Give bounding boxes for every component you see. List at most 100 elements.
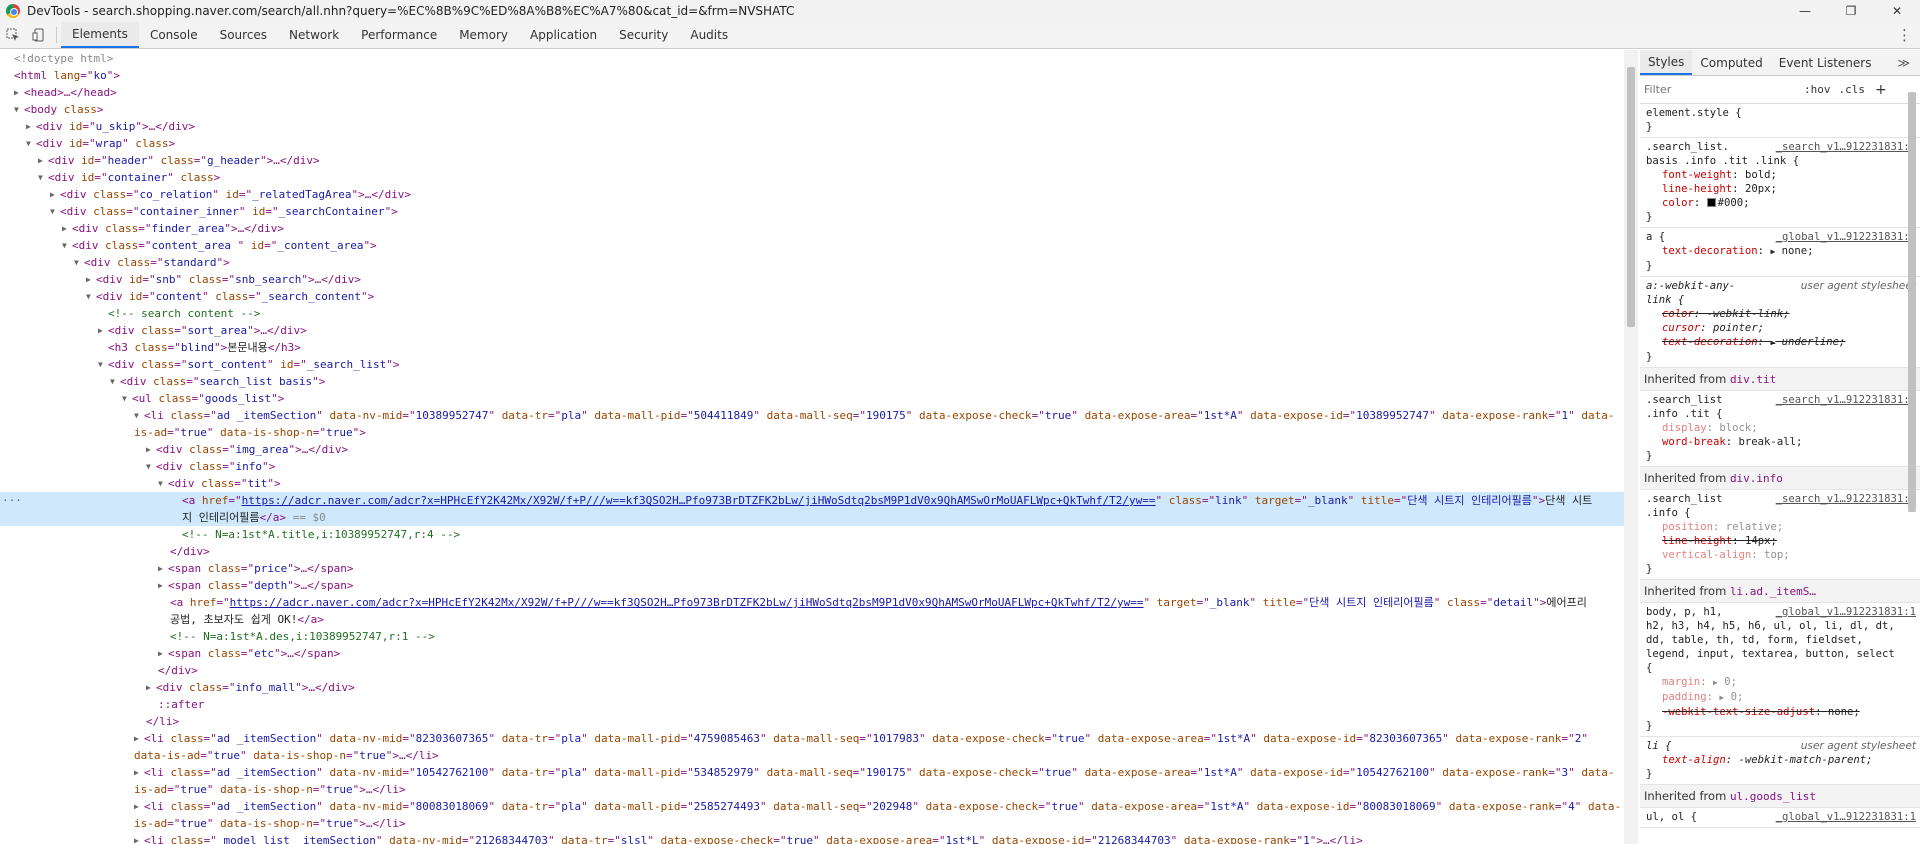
- close-button[interactable]: ✕: [1874, 0, 1920, 22]
- dom-node-ul-goods-list[interactable]: ▼ <ul class="goods_list">: [0, 390, 1624, 407]
- style-property[interactable]: word-break: break-all;: [1646, 435, 1916, 449]
- tab-security[interactable]: Security: [608, 22, 679, 48]
- dom-node-div-header[interactable]: ▶ <div id="header" class="g_header">…</di…: [0, 152, 1624, 169]
- dom-node-div-sort-content[interactable]: ▼ <div class="sort_content" id="_search_l…: [0, 356, 1624, 373]
- styles-scrollbar[interactable]: [1905, 90, 1919, 844]
- tab-application[interactable]: Application: [519, 22, 608, 48]
- dom-node-li-item-4[interactable]: ▶ <li class="ad _itemSection" data-nv-mid…: [0, 798, 1624, 815]
- dom-node-div-wrap[interactable]: ▼ <div id="wrap" class>: [0, 135, 1624, 152]
- style-rule-webkit-any-link[interactable]: a:-webkit-any-user agent stylesheet link…: [1640, 277, 1920, 368]
- hover-state-toggle[interactable]: :hov: [1804, 83, 1831, 96]
- dom-node-a-link-selected[interactable]: ··· <a href="https://adcr.naver.com/adcr?…: [0, 492, 1624, 509]
- expand-triangle-icon[interactable]: ▶: [134, 798, 144, 815]
- dom-node-li-item-1[interactable]: ▼ <li class="ad _itemSection" data-nv-mid…: [0, 407, 1624, 424]
- dom-node-doctype[interactable]: <!doctype html>: [0, 50, 1624, 67]
- expand-triangle-icon[interactable]: ▶: [86, 271, 96, 288]
- dom-node-div-tit[interactable]: ▼ <div class="tit">: [0, 475, 1624, 492]
- elements-scrollbar-thumb[interactable]: [1627, 67, 1635, 327]
- tab-console[interactable]: Console: [139, 22, 209, 48]
- collapse-triangle-icon[interactable]: ▼: [26, 135, 36, 152]
- dom-node-span-depth[interactable]: ▶ <span class="depth">…</span>: [0, 577, 1624, 594]
- collapse-triangle-icon[interactable]: ▼: [158, 475, 168, 492]
- dom-node-div-standard[interactable]: ▼ <div class="standard">: [0, 254, 1624, 271]
- dom-node-div-info-mall[interactable]: ▶ <div class="info_mall">…</div>: [0, 679, 1624, 696]
- tab-network[interactable]: Network: [278, 22, 350, 48]
- inherited-from-link[interactable]: li.ad._itemS…: [1730, 585, 1816, 598]
- rule-source-link[interactable]: _search_v1…912231831:1: [1776, 140, 1916, 154]
- dom-node-div-sort-area[interactable]: ▶ <div class="sort_area">…</div>: [0, 322, 1624, 339]
- tab-memory[interactable]: Memory: [448, 22, 519, 48]
- dom-node-after-pseudo[interactable]: ::after: [0, 696, 1624, 713]
- tab-computed[interactable]: Computed: [1692, 50, 1770, 75]
- style-rule-a[interactable]: a {_global_v1…912231831:1 text-decoratio…: [1640, 228, 1920, 277]
- expand-triangle-icon[interactable]: ▶: [158, 645, 168, 662]
- collapse-triangle-icon[interactable]: ▼: [14, 101, 24, 118]
- rule-source-link[interactable]: _global_v1…912231831:1: [1776, 230, 1916, 244]
- style-property-overridden[interactable]: color: -webkit-link;: [1646, 307, 1916, 321]
- class-toggle[interactable]: .cls: [1839, 83, 1866, 96]
- rule-source-link[interactable]: _global_v1…912231831:1: [1776, 810, 1916, 824]
- style-property-overridden[interactable]: text-decoration: ▶ underline;: [1646, 335, 1916, 350]
- style-property[interactable]: font-weight: bold;: [1646, 168, 1916, 182]
- href-link[interactable]: https://adcr.naver.com/adcr?x=HPHcEfY2K4…: [242, 494, 1156, 507]
- style-rule-reset[interactable]: body, p, h1, _global_v1…912231831:1 h2, h…: [1640, 603, 1920, 737]
- chevron-right-double-icon[interactable]: ≫: [1897, 50, 1910, 75]
- style-property[interactable]: color: #000;: [1646, 196, 1916, 210]
- dom-node-li-item-3-cont[interactable]: is-ad="true" data-is-shop-n="true">…</li…: [0, 781, 1624, 798]
- dom-node-div-co-relation[interactable]: ▶ <div class="co_relation" id="_relatedTa…: [0, 186, 1624, 203]
- dom-node-a-detail-cont[interactable]: 공법, 초보자도 쉽게 OK!</a>: [0, 611, 1624, 628]
- style-property[interactable]: line-height: 20px;: [1646, 182, 1916, 196]
- inherited-from-link[interactable]: div.info: [1730, 472, 1783, 485]
- collapse-triangle-icon[interactable]: ▼: [146, 458, 156, 475]
- inherited-from-link[interactable]: ul.goods_list: [1730, 790, 1816, 803]
- collapse-triangle-icon[interactable]: ▼: [110, 373, 120, 390]
- tab-event-listeners[interactable]: Event Listeners: [1771, 50, 1880, 75]
- new-style-rule-button[interactable]: +: [1875, 82, 1887, 98]
- expand-triangle-icon[interactable]: ▶: [14, 84, 24, 101]
- dom-node-div-img-area[interactable]: ▶ <div class="img_area">…</div>: [0, 441, 1624, 458]
- dom-node-span-etc[interactable]: ▶ <span class="etc">…</span>: [0, 645, 1624, 662]
- tab-elements[interactable]: Elements: [61, 22, 139, 48]
- dom-node-li-close[interactable]: </li>: [0, 713, 1624, 730]
- styles-filter-input[interactable]: [1644, 79, 1796, 100]
- color-swatch[interactable]: [1706, 198, 1716, 207]
- style-rule-element[interactable]: element.style { }: [1640, 104, 1920, 138]
- style-property-overridden[interactable]: -webkit-text-size-adjust: none;: [1646, 705, 1916, 719]
- dom-node-div-container[interactable]: ▼ <div id="container" class>: [0, 169, 1624, 186]
- style-rule-info[interactable]: .search_list _search_v1…912231831:1 .info…: [1640, 490, 1920, 580]
- style-property[interactable]: text-decoration: ▶ none;: [1646, 244, 1916, 259]
- dom-node-html[interactable]: <html lang="ko">: [0, 67, 1624, 84]
- tab-audits[interactable]: Audits: [679, 22, 739, 48]
- style-property[interactable]: text-align: -webkit-match-parent;: [1646, 753, 1916, 767]
- style-property-inactive[interactable]: display: block;: [1646, 421, 1916, 435]
- node-actions-icon[interactable]: ···: [2, 492, 22, 509]
- style-property-inactive[interactable]: margin: ▶ 0;: [1646, 675, 1916, 690]
- expand-triangle-icon[interactable]: ▶: [146, 679, 156, 696]
- dom-node-div-info[interactable]: ▼ <div class="info">: [0, 458, 1624, 475]
- dom-node-div-finder-area[interactable]: ▶ <div class="finder_area">…</div>: [0, 220, 1624, 237]
- dom-node-div-search-list[interactable]: ▼ <div class="search_list basis">: [0, 373, 1624, 390]
- dom-node-div-container-inner[interactable]: ▼ <div class="container_inner" id="_searc…: [0, 203, 1624, 220]
- styles-scrollbar-thumb[interactable]: [1908, 92, 1916, 512]
- dom-node-li-item-2-cont[interactable]: data-is-ad="true" data-is-shop-n="true">…: [0, 747, 1624, 764]
- dom-node-comment-des[interactable]: <!-- N=a:1st*A.des,i:10389952747,r:1 -->: [0, 628, 1624, 645]
- style-property-inactive[interactable]: padding: ▶ 0;: [1646, 690, 1916, 705]
- style-property-inactive[interactable]: position: relative;: [1646, 520, 1916, 534]
- maximize-button[interactable]: ❐: [1828, 0, 1874, 22]
- dom-node-div-snb[interactable]: ▶ <div id="snb" class="snb_search">…</div…: [0, 271, 1624, 288]
- dom-node-div-u-skip[interactable]: ▶ <div id="u_skip">…</div>: [0, 118, 1624, 135]
- inherited-from-link[interactable]: div.tit: [1730, 373, 1776, 386]
- rule-source-link[interactable]: _search_v1…912231831:1: [1776, 393, 1916, 407]
- customize-devtools-menu-icon[interactable]: ⋮: [1897, 22, 1912, 48]
- collapse-triangle-icon[interactable]: ▼: [74, 254, 84, 271]
- dom-node-a-detail[interactable]: <a href="https://adcr.naver.com/adcr?x=H…: [0, 594, 1624, 611]
- inspect-icon[interactable]: [0, 22, 26, 48]
- style-property[interactable]: cursor: pointer;: [1646, 321, 1916, 335]
- dom-node-li-item-1-cont[interactable]: is-ad="true" data-is-shop-n="true">: [0, 424, 1624, 441]
- expand-triangle-icon[interactable]: ▶: [62, 220, 72, 237]
- expand-triangle-icon[interactable]: ▶: [134, 764, 144, 781]
- dom-node-div-tit-close[interactable]: </div>: [0, 543, 1624, 560]
- dom-node-comment-title[interactable]: <!-- N=a:1st*A.title,i:10389952747,r:4 -…: [0, 526, 1624, 543]
- collapse-triangle-icon[interactable]: ▼: [122, 390, 132, 407]
- collapse-triangle-icon[interactable]: ▼: [86, 288, 96, 305]
